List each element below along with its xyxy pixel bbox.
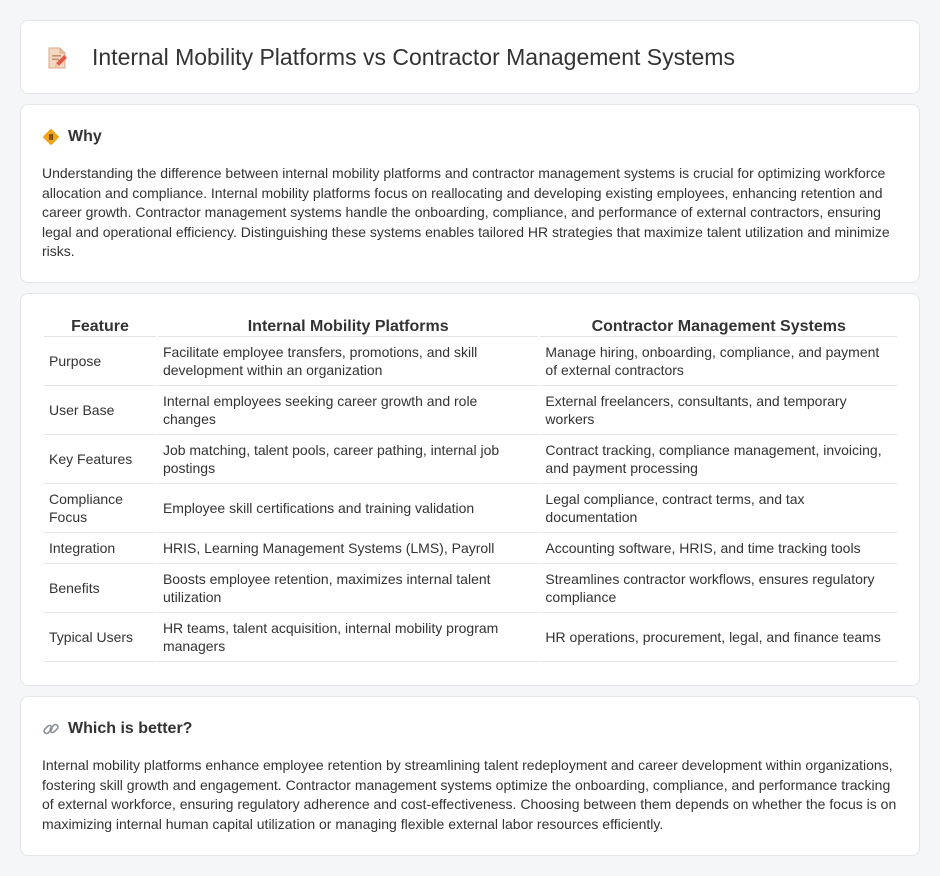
header-feature: Feature	[44, 315, 156, 337]
table-row: Purpose Facilitate employee transfers, p…	[44, 337, 897, 386]
table-header-row: Feature Internal Mobility Platforms Cont…	[44, 315, 897, 337]
table-row: Key Features Job matching, talent pools,…	[44, 435, 897, 484]
feature-cell: Key Features	[44, 435, 156, 484]
why-heading-label: Why	[68, 128, 102, 145]
contractor-cell: External freelancers, consultants, and t…	[540, 386, 897, 435]
feature-cell: Benefits	[44, 564, 156, 613]
why-heading: Why	[42, 126, 102, 148]
link-icon	[42, 720, 60, 738]
table-row: Benefits Boosts employee retention, maxi…	[44, 564, 897, 613]
table-row: Typical Users HR teams, talent acquisiti…	[44, 613, 897, 662]
contractor-cell: Accounting software, HRIS, and time trac…	[540, 533, 897, 564]
comparison-table: Feature Internal Mobility Platforms Cont…	[42, 315, 899, 662]
internal-cell: Job matching, talent pools, career pathi…	[157, 435, 539, 484]
contractor-cell: Streamlines contractor workflows, ensure…	[540, 564, 897, 613]
page-title: Internal Mobility Platforms vs Contracto…	[92, 44, 735, 70]
internal-cell: HR teams, talent acquisition, internal m…	[157, 613, 539, 662]
contractor-cell: Manage hiring, onboarding, compliance, a…	[540, 337, 897, 386]
feature-cell: Typical Users	[44, 613, 156, 662]
feature-cell: Compliance Focus	[44, 484, 156, 533]
feature-cell: User Base	[44, 386, 156, 435]
table-row: User Base Internal employees seeking car…	[44, 386, 897, 435]
better-heading-label: Which is better?	[68, 720, 193, 737]
feature-cell: Integration	[44, 533, 156, 564]
internal-cell: HRIS, Learning Management Systems (LMS),…	[157, 533, 539, 564]
diamond-warning-icon	[42, 128, 60, 146]
which-is-better-section: Which is better? Internal mobility platf…	[20, 696, 920, 856]
internal-cell: Internal employees seeking career growth…	[157, 386, 539, 435]
header-internal-mobility: Internal Mobility Platforms	[157, 315, 539, 337]
table-row: Compliance Focus Employee skill certific…	[44, 484, 897, 533]
contractor-cell: HR operations, procurement, legal, and f…	[540, 613, 897, 662]
contractor-cell: Contract tracking, compliance management…	[540, 435, 897, 484]
header-card: Internal Mobility Platforms vs Contracto…	[20, 20, 920, 94]
header-contractor-management: Contractor Management Systems	[540, 315, 897, 337]
why-section: Why Understanding the difference between…	[20, 104, 920, 283]
better-text: Internal mobility platforms enhance empl…	[42, 757, 897, 832]
comparison-section: Feature Internal Mobility Platforms Cont…	[20, 293, 920, 686]
feature-cell: Purpose	[44, 337, 156, 386]
document-pencil-icon	[45, 46, 69, 70]
why-text: Understanding the difference between int…	[42, 165, 890, 260]
better-heading: Which is better?	[42, 718, 192, 740]
contractor-cell: Legal compliance, contract terms, and ta…	[540, 484, 897, 533]
internal-cell: Facilitate employee transfers, promotion…	[157, 337, 539, 386]
internal-cell: Employee skill certifications and traini…	[157, 484, 539, 533]
table-row: Integration HRIS, Learning Management Sy…	[44, 533, 897, 564]
internal-cell: Boosts employee retention, maximizes int…	[157, 564, 539, 613]
